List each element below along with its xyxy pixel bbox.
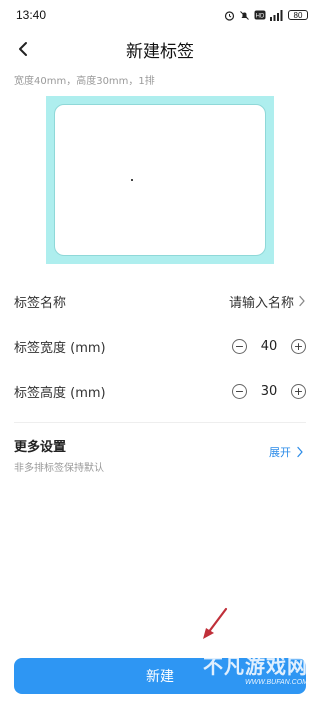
expand-button[interactable]: 展开 [269, 444, 304, 460]
label-name-label: 标签名称 [14, 295, 67, 311]
signal-icon [270, 9, 283, 21]
svg-text:HD: HD [256, 14, 265, 20]
width-decrease-button[interactable]: − [232, 338, 247, 354]
preview-center-dot [131, 179, 133, 181]
label-spec-text: 宽度40mm，高度30mm，1排 [14, 76, 155, 87]
label-name-input[interactable]: 请输入名称 [229, 292, 306, 311]
label-name-placeholder: 请输入名称 [228, 295, 294, 311]
label-height-row: 标签高度 (mm) − 30 + [14, 376, 306, 406]
height-increase-button[interactable]: + [291, 383, 306, 399]
label-preview-canvas [54, 104, 266, 256]
alarm-icon [224, 10, 235, 21]
nav-bar: 新建标签 [0, 30, 320, 68]
width-stepper: − 40 + [232, 338, 306, 354]
width-value[interactable]: 40 [247, 339, 291, 354]
label-width-label: 标签宽度 (mm) [14, 340, 106, 356]
chevron-right-icon [297, 446, 303, 458]
hd-icon: HD [254, 10, 266, 20]
width-increase-button[interactable]: + [291, 338, 306, 354]
label-preview [46, 96, 274, 264]
status-bar: 13:40 HD 80 [0, 0, 320, 30]
back-button[interactable] [10, 36, 36, 62]
more-settings-title: 更多设置 [14, 440, 67, 455]
label-height-label: 标签高度 (mm) [14, 385, 106, 401]
section-divider [14, 422, 306, 423]
bell-muted-icon [240, 10, 249, 20]
page-title: 新建标签 [126, 41, 194, 62]
status-icons: HD 80 [224, 9, 308, 21]
expand-label: 展开 [269, 446, 291, 459]
height-decrease-button[interactable]: − [232, 383, 247, 399]
label-width-row: 标签宽度 (mm) − 40 + [14, 331, 306, 361]
height-stepper: − 30 + [232, 383, 306, 399]
more-settings-subtitle: 非多排标签保持默认 [14, 463, 104, 474]
chevron-left-icon [19, 42, 27, 56]
status-time: 13:40 [16, 8, 47, 22]
annotation-arrow-icon [203, 607, 228, 639]
label-name-row[interactable]: 标签名称 请输入名称 [14, 286, 306, 316]
height-value[interactable]: 30 [247, 384, 291, 399]
battery-icon: 80 [288, 10, 308, 20]
chevron-right-icon [299, 295, 305, 307]
create-button[interactable]: 新建 [14, 658, 306, 694]
